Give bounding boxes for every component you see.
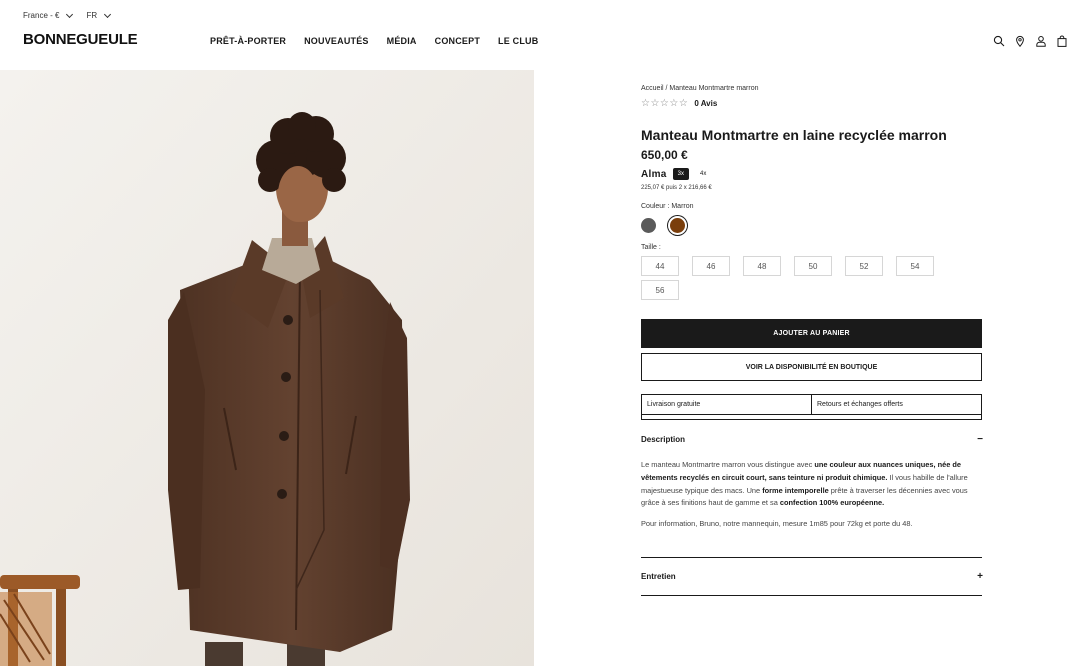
description-highlight: forme intemporelle [762,485,829,495]
chevron-down-icon [66,10,74,18]
color-swatch-grey[interactable] [641,218,656,233]
nav-item-pret-a-porter[interactable]: PRÊT-À-PORTER [210,36,286,46]
nav-item-media[interactable]: MÉDIA [387,36,417,46]
brand-logo[interactable]: BONNEGUEULE [23,31,138,48]
color-label: Couleur : Marron [641,203,694,210]
header-icons [993,34,1068,48]
care-accordion-header[interactable]: Entretien + [641,571,983,582]
divider [641,556,982,558]
care-heading: Entretien [641,571,676,581]
divider [641,594,982,596]
size-option-52[interactable]: 52 [845,256,883,276]
nav-item-le-club[interactable]: LE CLUB [498,36,538,46]
search-icon[interactable] [993,34,1005,47]
model-info: Pour information, Bruno, notre mannequin… [641,519,913,529]
product-price: 650,00 € [641,148,688,162]
product-title: Manteau Montmartre en laine recyclée mar… [641,127,947,143]
size-option-50[interactable]: 50 [794,256,832,276]
alma-logo: Alma [641,168,667,180]
locale-bar: France - € FR [23,10,112,20]
color-swatches [641,218,983,233]
language-label: FR [86,11,98,20]
perks-table: Livraison gratuite Retours et échanges o… [641,394,982,420]
product-photo[interactable] [0,70,534,666]
nav-item-concept[interactable]: CONCEPT [435,36,480,46]
size-selector: 44 46 48 50 52 54 56 [641,256,951,300]
alma-detail: 225,07 € puis 2 x 216,66 € [641,185,712,191]
alma-option-4x[interactable]: 4x [695,168,711,180]
description-body: Le manteau Montmartre marron vous distin… [641,459,983,531]
minus-icon[interactable]: − [977,434,983,445]
size-option-48[interactable]: 48 [743,256,781,276]
alma-installments: Alma 3x 4x [641,168,983,180]
perk-free-delivery: Livraison gratuite [642,395,811,415]
size-option-56[interactable]: 56 [641,280,679,300]
description-text: Le manteau Montmartre marron vous distin… [641,460,815,469]
size-option-44[interactable]: 44 [641,256,679,276]
size-label: Taille : [641,244,661,251]
main-nav: PRÊT-À-PORTER NOUVEAUTÉS MÉDIA CONCEPT L… [210,36,538,46]
size-option-46[interactable]: 46 [692,256,730,276]
location-pin-icon[interactable] [1014,34,1026,48]
description-paragraph: Le manteau Montmartre marron vous distin… [641,459,983,510]
perk-free-returns: Retours et échanges offerts [811,395,981,415]
review-count: 0 Avis [694,99,718,108]
shopping-bag-icon[interactable] [1056,34,1068,47]
add-to-cart-button[interactable]: AJOUTER AU PANIER [641,319,982,348]
nav-item-nouveautes[interactable]: NOUVEAUTÉS [304,36,369,46]
user-icon[interactable] [1035,34,1047,47]
color-swatch-brown[interactable] [670,218,685,233]
chevron-down-icon [104,10,112,18]
product-panel: Accueil / Manteau Montmartre marron ☆☆☆☆… [641,80,983,596]
model-image [0,70,534,666]
description-accordion-header[interactable]: Description − [641,434,983,445]
store-availability-button[interactable]: VOIR LA DISPONIBILITÉ EN BOUTIQUE [641,353,982,381]
rating[interactable]: ☆☆☆☆☆ 0 Avis [641,98,983,109]
plus-icon[interactable]: + [977,571,983,582]
description-heading: Description [641,435,686,444]
size-option-54[interactable]: 54 [896,256,934,276]
language-selector[interactable]: FR [86,10,112,20]
alma-option-3x[interactable]: 3x [672,168,689,180]
star-rating-icon: ☆☆☆☆☆ [641,98,689,109]
country-label: France - € [23,11,60,20]
breadcrumb[interactable]: Accueil / Manteau Montmartre marron [641,85,983,92]
country-selector[interactable]: France - € [23,10,74,20]
description-highlight: confection 100% européenne. [779,498,885,508]
